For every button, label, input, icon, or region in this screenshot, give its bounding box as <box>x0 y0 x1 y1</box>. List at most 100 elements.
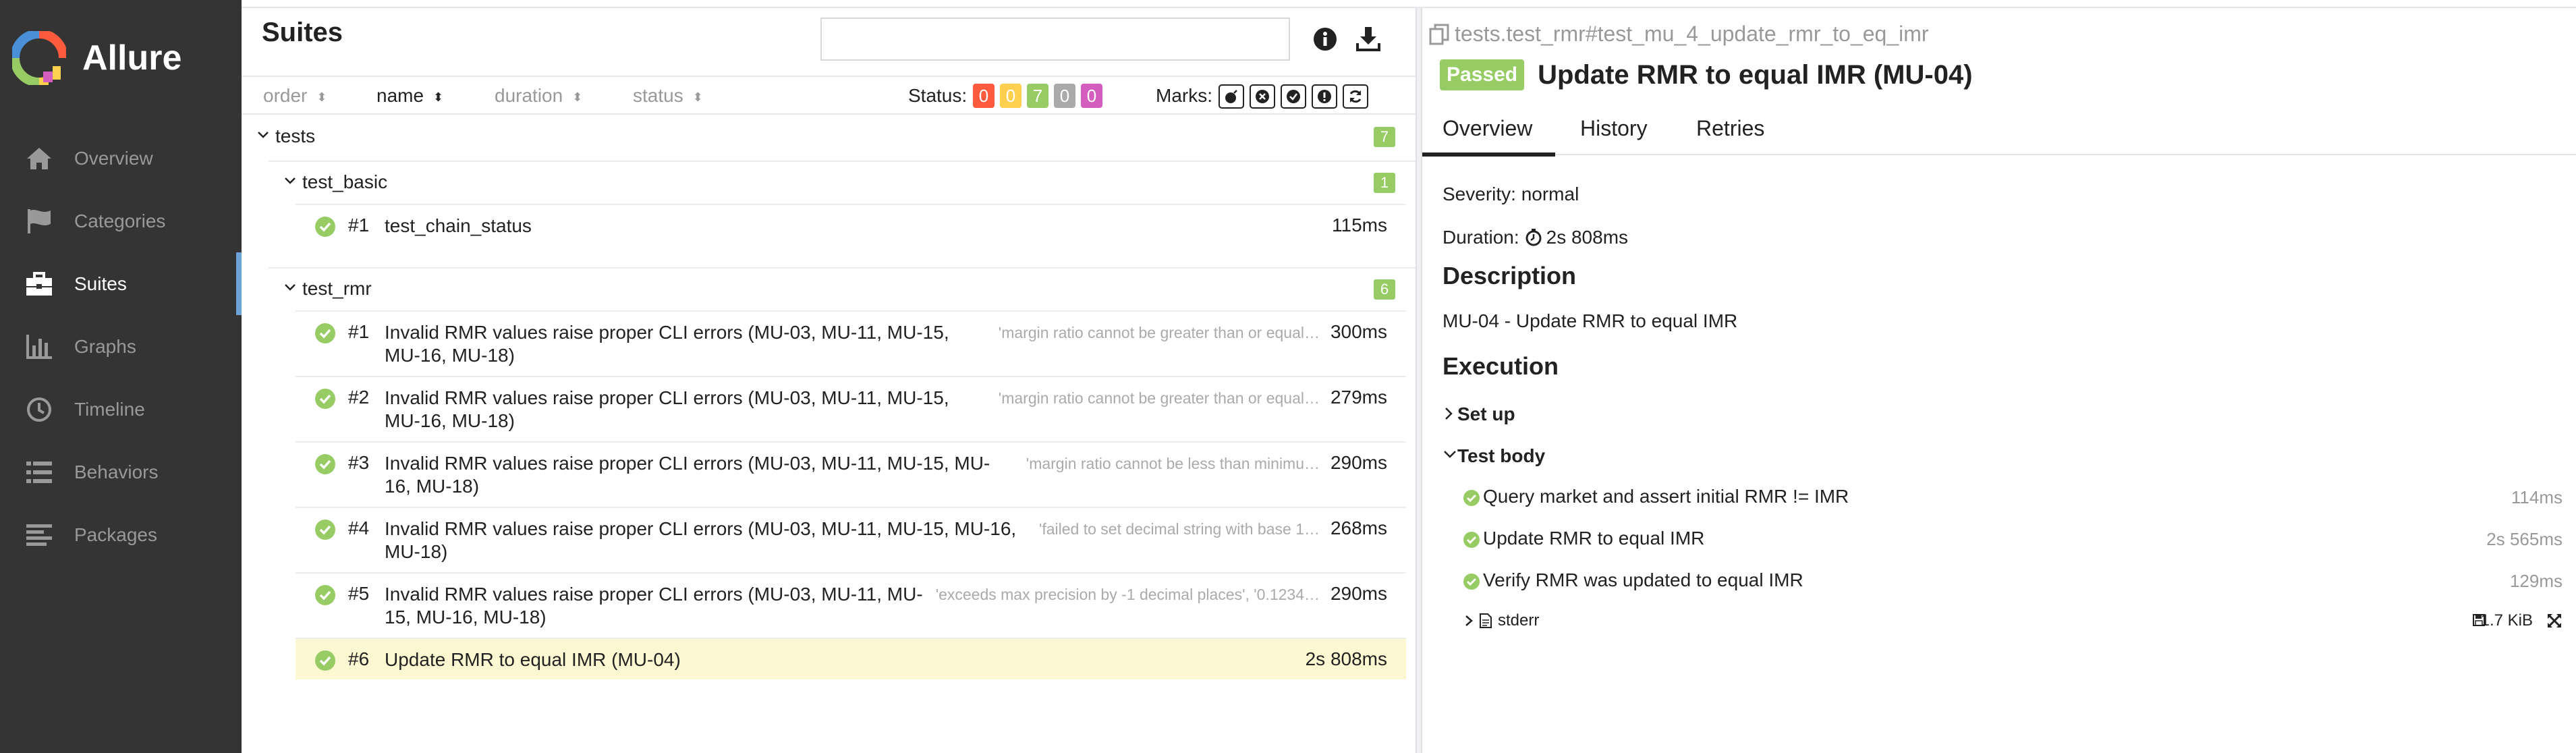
test-path: tests.test_rmr#test_mu_4_update_rmr_to_e… <box>1429 22 1929 47</box>
tab-retries[interactable]: Retries <box>1696 116 1764 141</box>
passed-icon <box>1463 574 1480 590</box>
attachment-name: stderr <box>1498 611 1540 630</box>
status-skipped-badge[interactable]: 0 <box>1054 84 1075 108</box>
test-number: #3 <box>348 452 370 473</box>
align-left-icon <box>23 519 55 551</box>
bomb-icon[interactable] <box>1219 84 1244 109</box>
refresh-icon[interactable] <box>1343 84 1368 109</box>
step-duration: 114ms <box>2511 487 2563 507</box>
status-filter: 0 0 7 0 0 <box>973 84 1102 108</box>
test-number: #1 <box>348 321 370 342</box>
test-duration: 290ms <box>1330 452 1387 473</box>
test-title: Update RMR to equal IMR (MU-04) <box>1538 59 1973 90</box>
step-row[interactable]: Query market and assert initial RMR != I… <box>1463 484 2563 511</box>
sort-bar: order ⬍ name ⬍ duration ⬍ status ⬍ Status: 0… <box>242 76 1416 115</box>
sort-arrows-icon: ⬍ <box>316 90 327 104</box>
test-title-bar: Passed Update RMR to equal IMR (MU-04) <box>1440 59 1973 90</box>
sort-arrows-icon: ⬍ <box>692 90 703 104</box>
test-row[interactable]: #1 Invalid RMR values raise proper CLI e… <box>296 310 1406 376</box>
tree-group-test-basic[interactable]: test_basic 1 <box>269 161 1416 201</box>
test-row[interactable]: #1 test_chain_status 115ms <box>296 204 1406 246</box>
sort-status[interactable]: status ⬍ <box>633 85 703 107</box>
passed-icon <box>315 520 335 540</box>
status-unknown-badge[interactable]: 0 <box>1081 84 1102 108</box>
sort-name[interactable]: name ⬍ <box>376 85 443 107</box>
sidebar-item-label: Behaviors <box>74 461 159 482</box>
allure-logo-icon <box>12 31 66 85</box>
sidebar-item-overview[interactable]: Overview <box>0 127 242 190</box>
step-duration: 2s 565ms <box>2486 529 2563 549</box>
test-message: 'margin ratio cannot be greater than or … <box>998 324 1320 341</box>
test-row[interactable]: #4 Invalid RMR values raise proper CLI e… <box>296 507 1406 572</box>
file-icon <box>1480 613 1492 628</box>
sidebar-item-categories[interactable]: Categories <box>0 190 242 252</box>
test-row-selected[interactable]: #6 Update RMR to equal IMR (MU-04) 2s 80… <box>296 638 1406 679</box>
sort-arrows-icon: ⬍ <box>433 90 444 104</box>
description-heading: Description <box>1443 262 1577 289</box>
tree-group-test-rmr[interactable]: test_rmr 6 <box>269 267 1416 308</box>
test-duration: 2s 808ms <box>1305 648 1387 669</box>
tab-history[interactable]: History <box>1580 116 1648 141</box>
test-name: test_chain_status <box>385 215 532 236</box>
tree-group-tests[interactable]: tests 7 <box>242 116 1416 155</box>
sidebar-item-timeline[interactable]: Timeline <box>0 378 242 441</box>
sidebar-item-label: Overview <box>74 147 153 169</box>
group-label: test_basic <box>302 171 388 192</box>
chevron-right-icon <box>1465 615 1473 626</box>
group-count-badge: 6 <box>1374 279 1395 300</box>
duration-line: Duration: 2s 808ms <box>1443 227 1628 248</box>
test-number: #2 <box>348 387 370 408</box>
expand-icon[interactable] <box>2546 613 2563 629</box>
sidebar-item-label: Timeline <box>74 398 145 420</box>
bar-chart-icon <box>23 331 55 363</box>
sidebar-item-behaviors[interactable]: Behaviors <box>0 441 242 503</box>
duration-value: 2s 808ms <box>1546 227 1629 248</box>
copy-icon[interactable] <box>1429 24 1449 45</box>
test-row[interactable]: #5 Invalid RMR values raise proper CLI e… <box>296 572 1406 638</box>
times-circle-icon[interactable] <box>1250 84 1275 109</box>
description-text: MU-04 - Update RMR to equal IMR <box>1443 310 1738 331</box>
search-input[interactable] <box>820 18 1290 61</box>
passed-icon <box>315 650 335 671</box>
step-row[interactable]: Verify RMR was updated to equal IMR 129m… <box>1463 568 2563 595</box>
severity-text: Severity: normal <box>1443 184 1579 204</box>
exclamation-circle-icon[interactable] <box>1312 84 1337 109</box>
info-icon[interactable] <box>1312 26 1339 53</box>
status-failed-badge[interactable]: 0 <box>973 84 995 108</box>
status-passed-badge[interactable]: 7 <box>1027 84 1048 108</box>
setup-section[interactable]: Set up <box>1443 401 2563 428</box>
test-row[interactable]: #3 Invalid RMR values raise proper CLI e… <box>296 441 1406 507</box>
attachment-row[interactable]: stderr 1.7 KiB <box>1463 607 2563 634</box>
chevron-down-icon <box>285 284 296 291</box>
check-circle-icon[interactable] <box>1281 84 1306 109</box>
test-name: Invalid RMR values raise proper CLI erro… <box>385 518 1017 562</box>
test-body-section[interactable]: Test body <box>1443 443 2563 470</box>
status-broken-badge[interactable]: 0 <box>1000 84 1021 108</box>
allure-logo[interactable]: Allure <box>12 31 181 85</box>
sidebar-item-label: Packages <box>74 524 157 545</box>
sidebar-item-packages[interactable]: Packages <box>0 503 242 566</box>
test-name: Update RMR to equal IMR (MU-04) <box>385 649 681 670</box>
step-row[interactable]: Update RMR to equal IMR 2s 565ms <box>1463 526 2563 553</box>
step-duration: 129ms <box>2509 571 2563 591</box>
briefcase-icon <box>23 268 55 300</box>
download-icon[interactable] <box>1355 26 1382 53</box>
suites-pane: Suites order ⬍ name ⬍ duration ⬍ status ⬍ St… <box>242 8 1416 753</box>
sort-duration[interactable]: duration ⬍ <box>495 85 582 107</box>
sort-arrows-icon: ⬍ <box>572 90 583 104</box>
test-duration: 279ms <box>1330 387 1387 408</box>
test-message: 'margin ratio cannot be less than minimu… <box>1026 455 1320 472</box>
tab-overview[interactable]: Overview <box>1422 116 1556 157</box>
test-duration: 300ms <box>1330 321 1387 342</box>
sidebar-item-suites[interactable]: Suites <box>0 252 242 315</box>
sidebar-item-label: Graphs <box>74 335 136 357</box>
sidebar-nav: Overview Categories Suites Graphs Timeli… <box>0 127 242 566</box>
step-label: Update RMR to equal IMR <box>1483 528 1705 549</box>
test-name: Invalid RMR values raise proper CLI erro… <box>385 387 949 431</box>
test-row[interactable]: #2 Invalid RMR values raise proper CLI e… <box>296 376 1406 441</box>
marks-filter <box>1219 84 1368 109</box>
sidebar-item-graphs[interactable]: Graphs <box>0 315 242 378</box>
pane-resize-handle[interactable] <box>1416 8 1422 753</box>
sort-order[interactable]: order ⬍ <box>263 85 327 107</box>
setup-label: Set up <box>1457 403 1515 424</box>
